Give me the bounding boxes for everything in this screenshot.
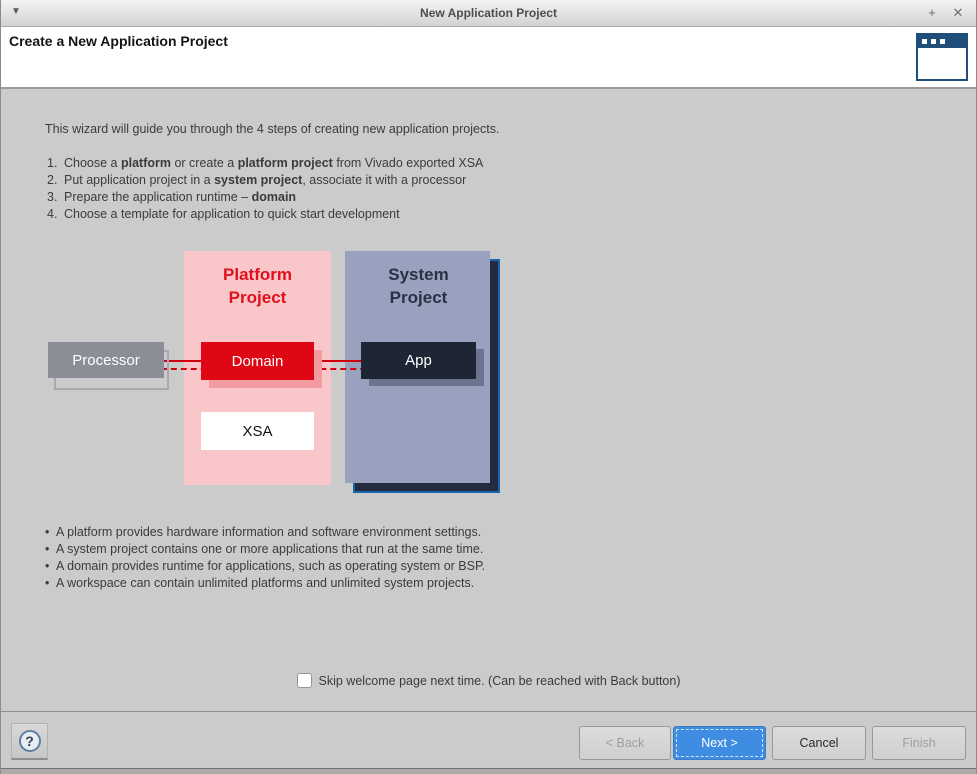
app-node: App [361, 342, 476, 379]
step-item: 2. Put application project in a system p… [47, 172, 483, 189]
close-button[interactable]: ✕ [948, 4, 968, 22]
window-title: New Application Project [1, 6, 976, 20]
system-project-title: System Project [345, 263, 492, 309]
step-item: 1. Choose a platform or create a platfor… [47, 155, 483, 172]
bullet-item: • A system project contains one or more … [45, 541, 485, 558]
bullet-text: A system project contains one or more ap… [56, 541, 483, 558]
bullet-text: A domain provides runtime for applicatio… [56, 558, 485, 575]
platform-project-title: Platform Project [184, 263, 331, 309]
skip-welcome-label[interactable]: Skip welcome page next time. (Can be rea… [319, 674, 681, 688]
next-button[interactable]: Next > [673, 726, 766, 760]
titlebar: ▼ New Application Project + ✕ [1, 0, 976, 27]
window-icon-dot [922, 39, 927, 44]
bullet-item: • A workspace can contain unlimited plat… [45, 575, 485, 592]
wizard-button-bar: ? < Back Next > Cancel Finish [1, 711, 976, 768]
project-structure-diagram: Platform Project System Project Processo… [48, 251, 508, 501]
wizard-header: Create a New Application Project [1, 27, 976, 89]
bullet-item: • A platform provides hardware informati… [45, 524, 485, 541]
window-bottom-border [1, 768, 976, 774]
step-text: Prepare the application runtime – domain [64, 189, 296, 206]
window-menu-icon[interactable]: ▼ [11, 6, 21, 17]
back-button[interactable]: < Back [579, 726, 671, 760]
bullet-marker: • [45, 575, 56, 592]
maximize-button[interactable]: + [922, 4, 942, 22]
step-number: 4. [47, 206, 64, 223]
bullet-marker: • [45, 541, 56, 558]
info-bullet-list: • A platform provides hardware informati… [45, 524, 485, 592]
window-icon-dot [940, 39, 945, 44]
step-text: Put application project in a system proj… [64, 172, 466, 189]
step-text: Choose a platform or create a platform p… [64, 155, 483, 172]
skip-welcome-checkbox[interactable] [297, 673, 312, 688]
cancel-button[interactable]: Cancel [772, 726, 866, 760]
step-number: 3. [47, 189, 64, 206]
window-icon-titlebar [918, 35, 966, 48]
window-icon-dot [931, 39, 936, 44]
finish-button[interactable]: Finish [872, 726, 966, 760]
step-number: 1. [47, 155, 64, 172]
step-item: 3. Prepare the application runtime – dom… [47, 189, 483, 206]
step-text: Choose a template for application to qui… [64, 206, 400, 223]
wizard-content: This wizard will guide you through the 4… [1, 89, 976, 711]
xsa-node: XSA [201, 412, 314, 450]
bullet-marker: • [45, 524, 56, 541]
bullet-marker: • [45, 558, 56, 575]
new-window-wizard-icon [916, 33, 968, 81]
processor-node: Processor [48, 342, 164, 378]
new-application-project-dialog: ▼ New Application Project + ✕ Create a N… [0, 0, 977, 774]
bullet-text: A workspace can contain unlimited platfo… [56, 575, 474, 592]
help-icon: ? [19, 730, 41, 752]
help-button[interactable]: ? [11, 723, 48, 760]
bullet-item: • A domain provides runtime for applicat… [45, 558, 485, 575]
step-number: 2. [47, 172, 64, 189]
domain-node: Domain [201, 342, 314, 380]
intro-text: This wizard will guide you through the 4… [45, 122, 499, 136]
page-title: Create a New Application Project [9, 33, 228, 49]
steps-list: 1. Choose a platform or create a platfor… [47, 155, 483, 223]
step-item: 4. Choose a template for application to … [47, 206, 483, 223]
skip-welcome-row: Skip welcome page next time. (Can be rea… [1, 673, 976, 688]
bullet-text: A platform provides hardware information… [56, 524, 481, 541]
